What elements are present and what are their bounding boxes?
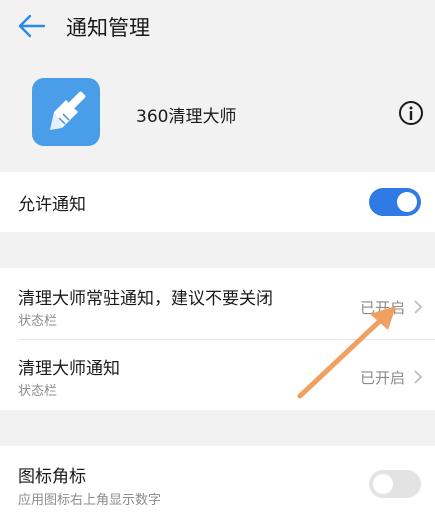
badge-sub: 应用图标右上角显示数字 <box>18 493 162 508</box>
app-icon <box>32 78 100 146</box>
channel-item[interactable]: 清理大师常驻通知，建议不要关闭 状态栏 已开启 <box>0 268 435 339</box>
page-title: 通知管理 <box>66 16 150 40</box>
toggle-knob <box>397 192 417 212</box>
channel-label: 清理大师通知 <box>18 359 120 379</box>
top-bar: 通知管理 <box>0 0 435 52</box>
channel-status: 已开启 <box>359 299 405 317</box>
channel-item[interactable]: 清理大师通知 状态栏 已开启 <box>0 340 435 410</box>
toggle-knob <box>373 474 393 494</box>
info-icon[interactable] <box>398 100 424 126</box>
allow-notifications-toggle[interactable] <box>369 188 421 216</box>
channel-sub: 状态栏 <box>18 314 58 329</box>
chevron-right-icon <box>414 370 423 384</box>
badge-toggle[interactable] <box>369 470 421 498</box>
channel-sub: 状态栏 <box>18 384 58 399</box>
channel-status: 已开启 <box>359 369 405 387</box>
app-name: 360清理大师 <box>136 107 237 127</box>
broom-icon <box>50 91 86 130</box>
badge-row[interactable]: 图标角标 应用图标右上角显示数字 <box>0 446 435 525</box>
badge-label: 图标角标 <box>18 467 86 487</box>
channel-label: 清理大师常驻通知，建议不要关闭 <box>18 289 273 309</box>
allow-notifications-row[interactable]: 允许通知 <box>0 172 435 232</box>
back-arrow-icon[interactable] <box>16 12 46 40</box>
channel-list: 清理大师常驻通知，建议不要关闭 状态栏 已开启 清理大师通知 状态栏 已开启 <box>0 268 435 410</box>
app-header: 360清理大师 <box>0 58 435 170</box>
chevron-right-icon <box>414 300 423 314</box>
allow-notifications-label: 允许通知 <box>18 195 86 215</box>
